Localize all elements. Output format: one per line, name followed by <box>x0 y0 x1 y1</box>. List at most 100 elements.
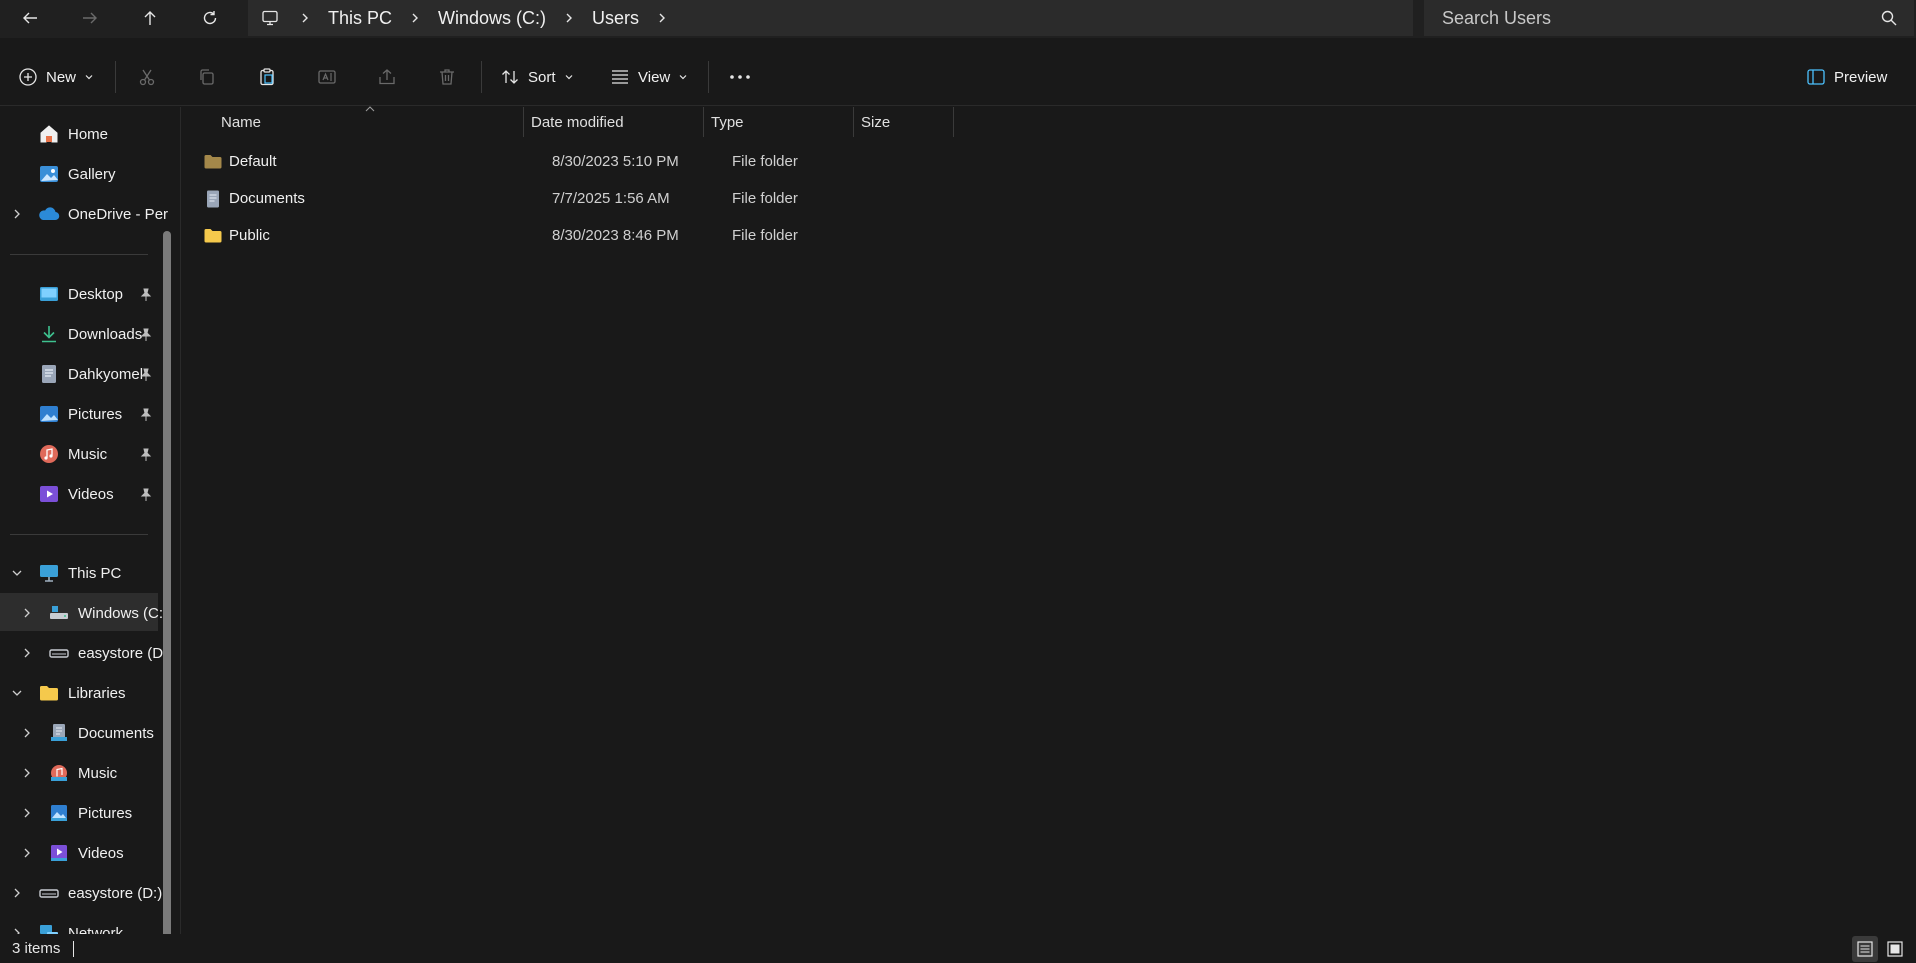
column-divider[interactable] <box>953 107 954 137</box>
new-button[interactable]: New <box>18 48 94 106</box>
copy-button[interactable] <box>197 48 217 106</box>
nav-item-lib-music[interactable]: Music <box>20 754 117 792</box>
nav-item-libraries[interactable]: Libraries <box>10 674 126 712</box>
details-view-icon <box>1857 941 1873 957</box>
nav-item-easystore-sub[interactable]: easystore (D: <box>20 634 167 672</box>
chevron-right-icon[interactable] <box>292 0 318 36</box>
chevron-right-icon[interactable] <box>10 886 24 900</box>
chevron-right-icon[interactable] <box>20 766 34 780</box>
chevron-right-icon[interactable] <box>649 0 675 36</box>
search-input[interactable] <box>1442 7 1862 29</box>
file-name-cell: Documents <box>203 180 523 217</box>
home-icon <box>38 123 60 145</box>
status-bar: 3 items <box>0 934 1916 963</box>
breadcrumb-windows-c[interactable]: Windows (C:) <box>428 8 556 29</box>
nav-label: Pictures <box>78 804 133 822</box>
new-label: New <box>46 68 77 86</box>
sort-button[interactable]: Sort <box>500 48 574 106</box>
nav-item-network[interactable]: Network <box>10 914 123 934</box>
chevron-down-icon[interactable] <box>10 566 24 580</box>
nav-label: Downloads <box>68 325 143 343</box>
nav-item-onedrive[interactable]: OneDrive - Per <box>10 195 168 233</box>
refresh-button[interactable] <box>190 0 230 36</box>
scrollbar-thumb[interactable] <box>163 231 171 934</box>
pin-icon[interactable] <box>139 328 153 342</box>
nav-label: Music <box>68 445 108 463</box>
more-options-button[interactable] <box>728 48 752 106</box>
chevron-down-icon[interactable] <box>10 686 24 700</box>
music-icon <box>38 443 60 465</box>
nav-item-windows-c[interactable]: Windows (C: <box>20 594 163 632</box>
view-button[interactable]: View <box>610 48 688 106</box>
chevron-right-icon[interactable] <box>20 606 34 620</box>
chevron-right-icon[interactable] <box>20 846 34 860</box>
search-icon[interactable] <box>1880 9 1898 27</box>
table-row[interactable]: Public 8/30/2023 8:46 PM File folder <box>203 217 1133 254</box>
chevron-right-icon[interactable] <box>20 646 34 660</box>
pin-icon[interactable] <box>139 288 153 302</box>
delete-button[interactable] <box>437 48 457 106</box>
nav-item-pictures[interactable]: Pictures <box>38 395 122 433</box>
column-divider[interactable] <box>853 107 854 137</box>
nav-item-lib-videos[interactable]: Videos <box>20 834 124 872</box>
file-type: File folder <box>732 190 798 207</box>
chevron-right-icon[interactable] <box>20 726 34 740</box>
paste-button[interactable] <box>257 48 277 106</box>
rename-button[interactable] <box>317 48 337 106</box>
nav-item-lib-documents[interactable]: Documents <box>20 714 154 752</box>
nav-label: Network <box>68 924 124 935</box>
nav-item-easystore[interactable]: easystore (D:) <box>10 874 162 912</box>
videos-icon <box>38 483 60 505</box>
nav-item-dahkyomel[interactable]: Dahkyomel <box>38 355 143 393</box>
chevron-right-icon[interactable] <box>10 207 24 221</box>
tiles-view-button[interactable] <box>1882 936 1908 962</box>
folder-dim-icon <box>203 152 223 172</box>
nav-item-downloads[interactable]: Downloads <box>38 315 142 353</box>
preview-pane-button[interactable]: Preview <box>1806 48 1887 106</box>
share-button[interactable] <box>377 48 397 106</box>
column-header-type[interactable]: Type <box>711 107 851 137</box>
column-label: Name <box>221 113 262 131</box>
nav-item-desktop[interactable]: Desktop <box>38 275 123 313</box>
cut-button[interactable] <box>137 48 157 106</box>
network-icon <box>38 922 60 934</box>
breadcrumb-this-pc[interactable]: This PC <box>318 8 402 29</box>
forward-button[interactable] <box>70 0 110 36</box>
chevron-right-icon[interactable] <box>402 0 428 36</box>
chevron-right-icon[interactable] <box>556 0 582 36</box>
nav-item-gallery[interactable]: Gallery <box>38 155 116 193</box>
column-divider[interactable] <box>523 107 524 137</box>
nav-item-lib-pictures[interactable]: Pictures <box>20 794 132 832</box>
details-view-button[interactable] <box>1852 936 1878 962</box>
column-divider[interactable] <box>703 107 704 137</box>
computer-icon[interactable] <box>248 0 292 36</box>
table-row[interactable]: Documents 7/7/2025 1:56 AM File folder <box>203 180 1133 217</box>
pin-icon[interactable] <box>139 448 153 462</box>
nav-item-music[interactable]: Music <box>38 435 107 473</box>
download-icon <box>38 323 60 345</box>
drive-icon <box>48 602 70 624</box>
table-row[interactable]: Default 8/30/2023 5:10 PM File folder <box>203 143 1133 180</box>
chevron-right-icon[interactable] <box>10 926 24 934</box>
pictures-icon <box>48 802 70 824</box>
column-header-size[interactable]: Size <box>861 107 951 137</box>
up-button[interactable] <box>130 0 170 36</box>
nav-label: Music <box>78 764 118 782</box>
nav-item-home[interactable]: Home <box>38 115 108 153</box>
pin-icon[interactable] <box>139 408 153 422</box>
desktop-icon <box>38 283 60 305</box>
chevron-right-icon[interactable] <box>20 806 34 820</box>
breadcrumb[interactable]: This PC Windows (C:) Users <box>248 0 1413 36</box>
drive-icon <box>38 882 60 904</box>
nav-item-this-pc[interactable]: This PC <box>10 554 121 592</box>
nav-item-videos[interactable]: Videos <box>38 475 114 513</box>
pin-icon[interactable] <box>139 488 153 502</box>
pin-icon[interactable] <box>139 368 153 382</box>
file-date: 8/30/2023 5:10 PM <box>552 153 679 170</box>
cloud-icon <box>38 203 60 225</box>
back-button[interactable] <box>10 0 50 36</box>
music-icon <box>48 762 70 784</box>
column-header-date[interactable]: Date modified <box>531 107 701 137</box>
nav-label: OneDrive - Per <box>68 205 169 223</box>
breadcrumb-users[interactable]: Users <box>582 8 649 29</box>
